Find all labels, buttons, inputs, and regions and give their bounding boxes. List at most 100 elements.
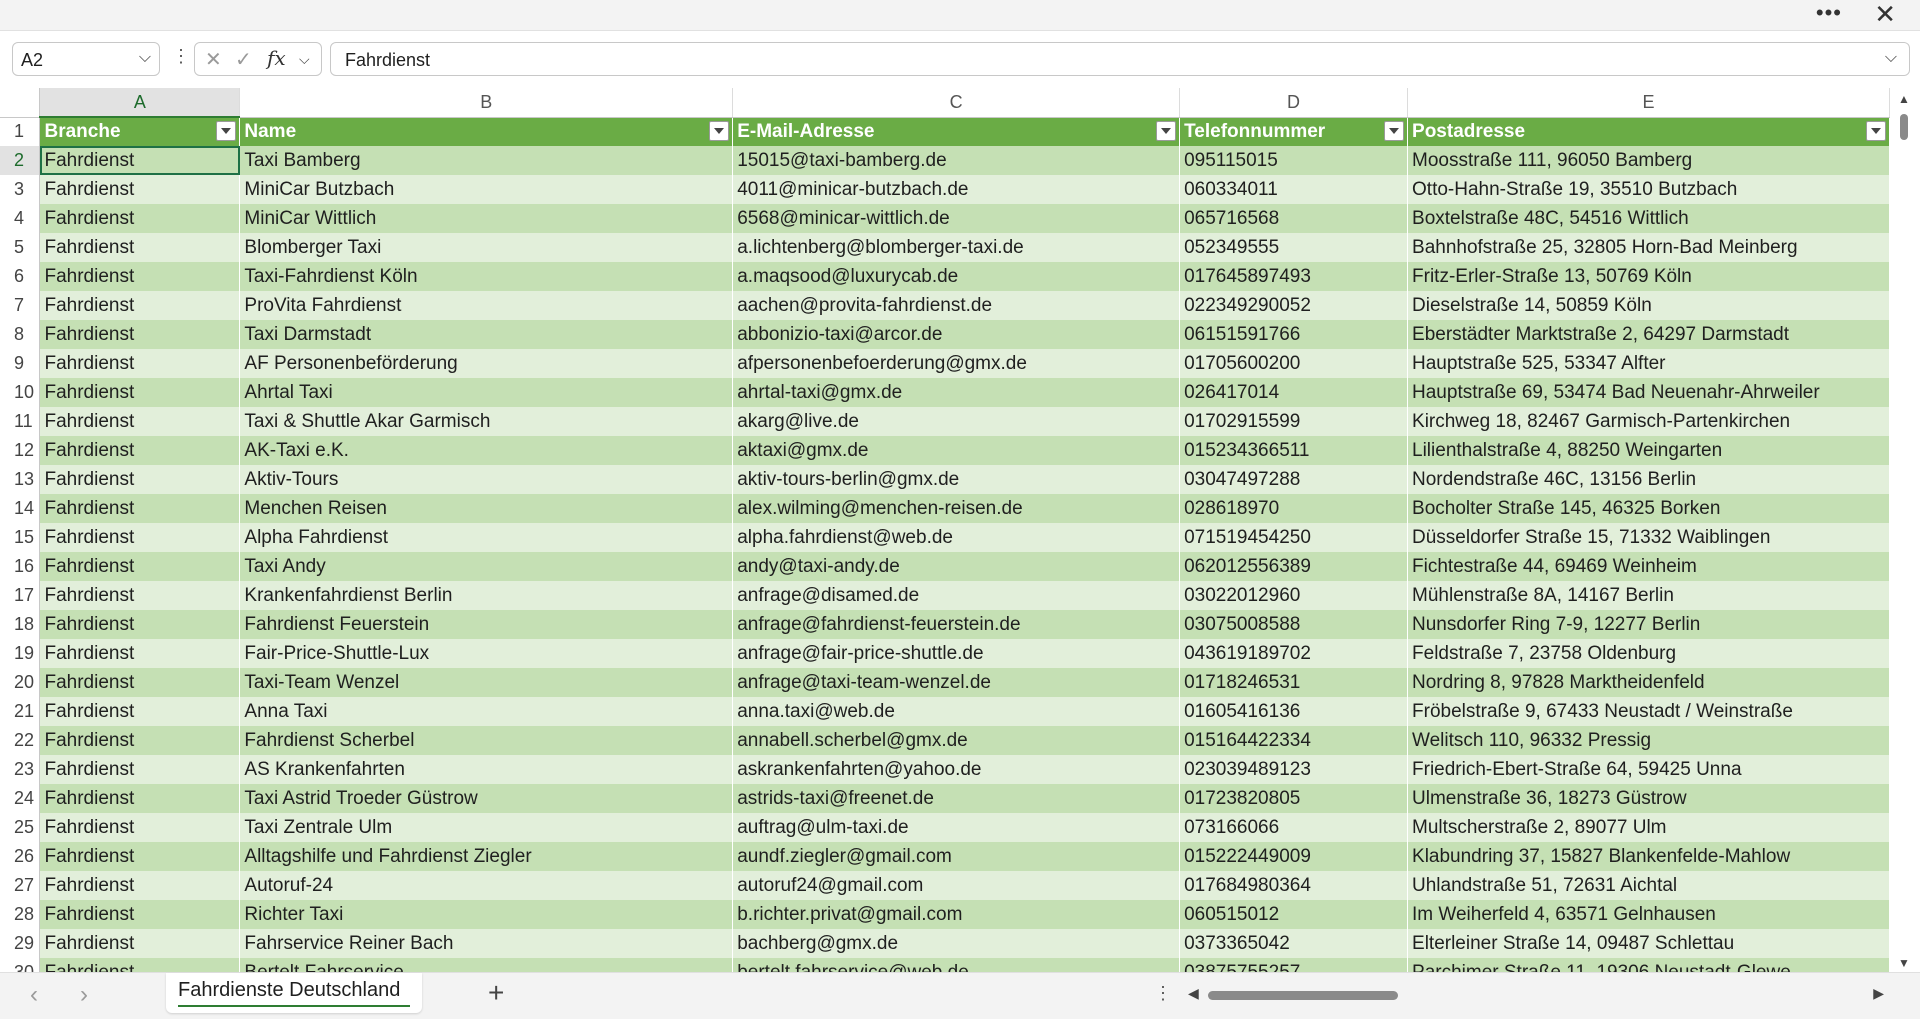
vertical-scrollbar[interactable]: ▲ ▼ xyxy=(1894,90,1916,970)
cell-name[interactable]: AS Krankenfahrten xyxy=(239,755,734,784)
cell-postadresse[interactable]: Klabundring 37, 15827 Blankenfelde-Mahlo… xyxy=(1407,842,1890,871)
cell-postadresse[interactable]: Multscherstraße 2, 89077 Ulm xyxy=(1407,813,1890,842)
cell-email[interactable]: bertelt.fahrservice@web.de xyxy=(732,958,1181,972)
cell-name[interactable]: Fair-Price-Shuttle-Lux xyxy=(239,639,734,668)
cell-name[interactable]: Taxi Darmstadt xyxy=(239,320,734,349)
header-cell-branche[interactable]: Branche xyxy=(39,117,241,146)
cell-telefon[interactable]: 017645897493 xyxy=(1179,262,1409,291)
column-header-b[interactable]: B xyxy=(239,88,734,118)
cell-email[interactable]: alex.wilming@menchen-reisen.de xyxy=(732,494,1181,523)
cell-telefon[interactable]: 071519454250 xyxy=(1179,523,1409,552)
cell-postadresse[interactable]: Welitsch 110, 96332 Pressig xyxy=(1407,726,1890,755)
cell-branche[interactable]: Fahrdienst xyxy=(39,610,241,639)
cell-email[interactable]: bachberg@gmx.de xyxy=(732,929,1181,958)
cell-postadresse[interactable]: Nordring 8, 97828 Marktheidenfeld xyxy=(1407,668,1890,697)
cell-email[interactable]: alpha.fahrdienst@web.de xyxy=(732,523,1181,552)
check-icon[interactable]: ✓ xyxy=(235,47,252,72)
cell-name[interactable]: Autoruf-24 xyxy=(239,871,734,900)
cell-postadresse[interactable]: Dieselstraße 14, 50859 Köln xyxy=(1407,291,1890,320)
cell-branche[interactable]: Fahrdienst xyxy=(39,813,241,842)
row-header[interactable]: 19 xyxy=(0,639,41,668)
chevron-down-icon[interactable]: ⌵ xyxy=(139,49,151,67)
cell-name[interactable]: Krankenfahrdienst Berlin xyxy=(239,581,734,610)
cell-email[interactable]: 6568@minicar-wittlich.de xyxy=(732,204,1181,233)
cell-name[interactable]: Taxi Bamberg xyxy=(239,146,734,175)
cell-telefon[interactable]: 026417014 xyxy=(1179,378,1409,407)
row-header[interactable]: 28 xyxy=(0,900,41,929)
cell-postadresse[interactable]: Bahnhofstraße 25, 32805 Horn-Bad Meinber… xyxy=(1407,233,1890,262)
filter-dropdown-icon[interactable] xyxy=(216,121,237,141)
filter-dropdown-icon[interactable] xyxy=(1866,120,1886,141)
cell-name[interactable]: AK-Taxi e.K. xyxy=(239,436,734,465)
cell-name[interactable]: AF Personenbeförderung xyxy=(239,349,734,378)
cell-postadresse[interactable]: Fichtestraße 44, 69469 Weinheim xyxy=(1407,552,1890,581)
cell-postadresse[interactable]: Im Weiherfeld 4, 63571 Gelnhausen xyxy=(1407,900,1890,929)
cell-branche[interactable]: Fahrdienst xyxy=(39,320,241,349)
cell-telefon[interactable]: 043619189702 xyxy=(1179,639,1409,668)
row-header[interactable]: 9 xyxy=(0,349,41,378)
column-header-a[interactable]: A xyxy=(39,88,241,118)
cell-name[interactable]: Alltagshilfe und Fahrdienst Ziegler xyxy=(239,842,734,871)
scroll-right-icon[interactable]: ▶ xyxy=(1873,985,1884,1002)
cancel-x-icon[interactable]: ✕ xyxy=(205,47,222,72)
cell-telefon[interactable]: 0373365042 xyxy=(1179,929,1409,958)
close-icon[interactable]: ✕ xyxy=(1874,0,1896,28)
chevron-right-icon[interactable]: › xyxy=(80,981,88,1009)
cell-telefon[interactable]: 095115015 xyxy=(1179,146,1409,175)
cell-telefon[interactable]: 015222449009 xyxy=(1179,842,1409,871)
row-header[interactable]: 18 xyxy=(0,610,41,639)
cell-telefon[interactable]: 06151591766 xyxy=(1179,320,1409,349)
cell-postadresse[interactable]: Boxtelstraße 48C, 54516 Wittlich xyxy=(1407,204,1890,233)
chevron-left-icon[interactable]: ‹ xyxy=(30,981,38,1009)
cell-branche[interactable]: Fahrdienst xyxy=(39,726,241,755)
cell-name[interactable]: Taxi Astrid Troeder Güstrow xyxy=(239,784,734,813)
cell-email[interactable]: a.lichtenberg@blomberger-taxi.de xyxy=(732,233,1181,262)
row-header[interactable]: 23 xyxy=(0,755,41,784)
cell-name[interactable]: Taxi-Fahrdienst Köln xyxy=(239,262,734,291)
cell-branche[interactable]: Fahrdienst xyxy=(39,523,241,552)
cell-name[interactable]: Taxi & Shuttle Akar Garmisch xyxy=(239,407,734,436)
cell-branche[interactable]: Fahrdienst xyxy=(39,784,241,813)
cell-email[interactable]: afpersonenbefoerderung@gmx.de xyxy=(732,349,1181,378)
filter-dropdown-icon[interactable] xyxy=(709,120,730,141)
cell-branche[interactable]: Fahrdienst xyxy=(39,842,241,871)
row-header[interactable]: 7 xyxy=(0,291,41,320)
cell-postadresse[interactable]: Elterleiner Straße 14, 09487 Schlettau xyxy=(1407,929,1890,958)
cell-name[interactable]: Menchen Reisen xyxy=(239,494,734,523)
cell-postadresse[interactable]: Feldstraße 7, 23758 Oldenburg xyxy=(1407,639,1890,668)
row-header[interactable]: 22 xyxy=(0,726,41,755)
header-cell-telefon[interactable]: Telefonnummer xyxy=(1179,117,1409,146)
cell-branche[interactable]: Fahrdienst xyxy=(39,465,241,494)
cell-telefon[interactable]: 03047497288 xyxy=(1179,465,1409,494)
cell-postadresse[interactable]: Eberstädter Marktstraße 2, 64297 Darmsta… xyxy=(1407,320,1890,349)
row-header[interactable]: 13 xyxy=(0,465,41,494)
cell-branche[interactable]: Fahrdienst xyxy=(39,755,241,784)
filter-dropdown-icon[interactable] xyxy=(1156,120,1177,141)
cell-branche[interactable]: Fahrdienst xyxy=(39,929,241,958)
cell-email[interactable]: 4011@minicar-butzbach.de xyxy=(732,175,1181,204)
cell-email[interactable]: ahrtal-taxi@gmx.de xyxy=(732,378,1181,407)
row-header[interactable]: 12 xyxy=(0,436,41,465)
row-header[interactable]: 4 xyxy=(0,204,41,233)
cell-postadresse[interactable]: Ulmenstraße 36, 18273 Güstrow xyxy=(1407,784,1890,813)
cell-email[interactable]: anfrage@fahrdienst-feuerstein.de xyxy=(732,610,1181,639)
row-header[interactable]: 6 xyxy=(0,262,41,291)
cell-postadresse[interactable]: Fröbelstraße 9, 67433 Neustadt / Weinstr… xyxy=(1407,697,1890,726)
chevron-down-icon[interactable]: ⌵ xyxy=(299,51,310,68)
cell-telefon[interactable]: 03875755257 xyxy=(1179,958,1409,972)
row-header[interactable]: 20 xyxy=(0,668,41,697)
select-all-corner[interactable] xyxy=(0,88,41,118)
scroll-thumb[interactable] xyxy=(1900,114,1908,140)
cell-branche[interactable]: Fahrdienst xyxy=(39,291,241,320)
cell-postadresse[interactable]: Lilienthalstraße 4, 88250 Weingarten xyxy=(1407,436,1890,465)
cell-branche[interactable]: Fahrdienst xyxy=(39,349,241,378)
cell-email[interactable]: 15015@taxi-bamberg.de xyxy=(732,146,1181,175)
cell-email[interactable]: anfrage@taxi-team-wenzel.de xyxy=(732,668,1181,697)
cell-name[interactable]: Taxi Zentrale Ulm xyxy=(239,813,734,842)
cell-email[interactable]: akarg@live.de xyxy=(732,407,1181,436)
cell-name[interactable]: Fahrservice Reiner Bach xyxy=(239,929,734,958)
row-header[interactable]: 30 xyxy=(0,958,41,972)
cell-branche[interactable]: Fahrdienst xyxy=(39,668,241,697)
cell-postadresse[interactable]: Bocholter Straße 145, 46325 Borken xyxy=(1407,494,1890,523)
name-box[interactable]: A2 ⌵ xyxy=(12,42,160,76)
